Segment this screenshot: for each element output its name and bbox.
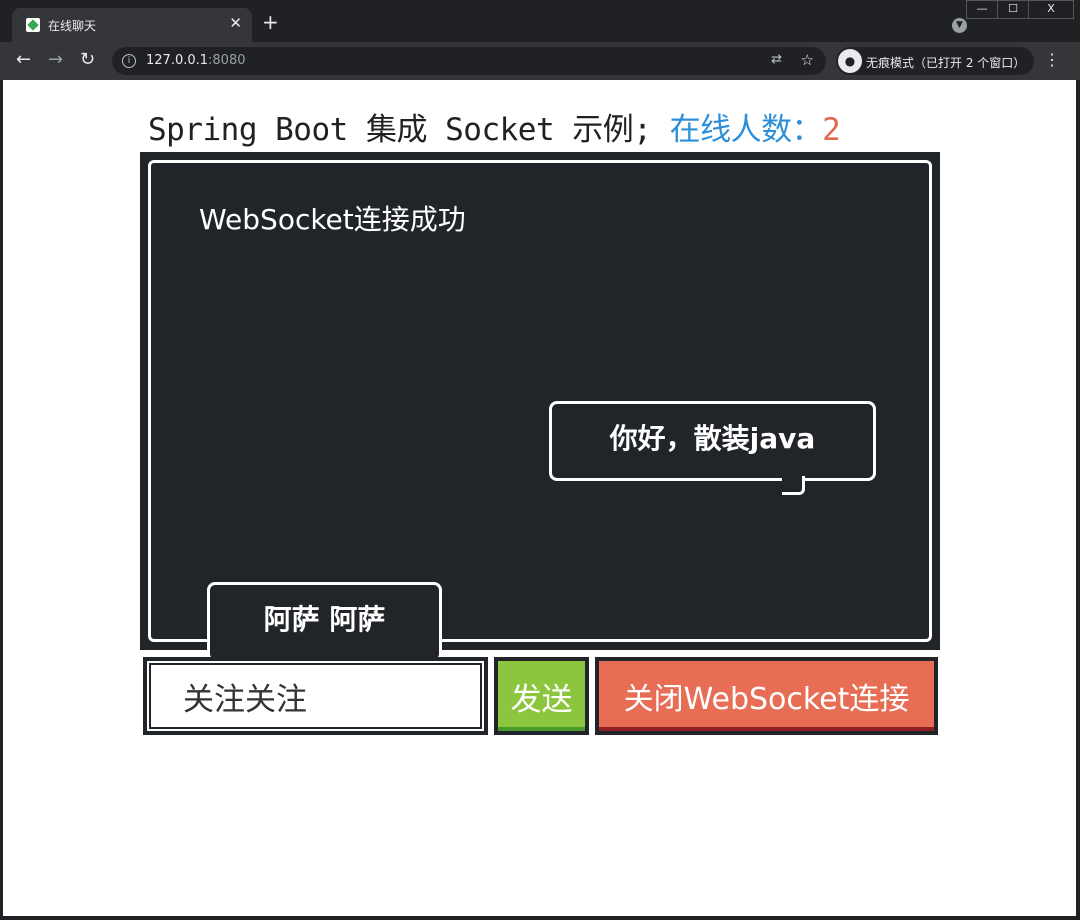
- chat-bubble-text: 你好，散装java: [609, 422, 816, 455]
- translate-icon[interactable]: ⇄: [771, 52, 782, 67]
- message-composer: 发送 关闭WebSocket连接: [143, 657, 938, 735]
- bubble-tail: [782, 476, 805, 495]
- site-info-icon[interactable]: i: [122, 54, 136, 68]
- chat-bubble-right: 你好，散装java: [549, 401, 876, 495]
- new-tab-button[interactable]: +: [262, 12, 279, 32]
- url-port: :8080: [208, 53, 246, 68]
- browser-tab[interactable]: 在线聊天 ✕: [12, 8, 252, 42]
- system-message: WebSocket连接成功: [199, 203, 466, 236]
- window-controls: — ☐ X: [966, 0, 1074, 19]
- incognito-icon: ●: [838, 49, 862, 73]
- page-title: Spring Boot 集成 Socket 示例; 在线人数：2: [148, 104, 841, 149]
- chat-bubble-left: 阿萨 阿萨: [207, 582, 442, 676]
- online-count-label: 在线人数：: [669, 112, 823, 148]
- online-count-value: 2: [822, 112, 841, 148]
- maximize-button[interactable]: ☐: [997, 0, 1029, 19]
- page-title-text: Spring Boot 集成 Socket 示例;: [148, 112, 652, 148]
- bookmark-star-icon[interactable]: ☆: [801, 51, 814, 69]
- browser-menu-icon[interactable]: ⋮: [1044, 50, 1060, 69]
- minimize-button[interactable]: —: [966, 0, 998, 19]
- tab-title: 在线聊天: [48, 19, 97, 33]
- incognito-label: 无痕模式（已打开 2 个窗口）: [866, 56, 1026, 70]
- incognito-indicator[interactable]: ● 无痕模式（已打开 2 个窗口）: [836, 47, 1034, 75]
- page-viewport: Spring Boot 集成 Socket 示例; 在线人数：2 WebSock…: [3, 80, 1076, 916]
- tab-search-icon[interactable]: ▼: [952, 18, 967, 33]
- url-text: 127.0.0.1:8080: [146, 53, 246, 68]
- address-bar[interactable]: i 127.0.0.1:8080 ⇄ ☆: [112, 47, 826, 75]
- browser-toolbar: ← → ↻ i 127.0.0.1:8080 ⇄ ☆ ● 无痕模式（已打开 2 …: [0, 42, 1080, 80]
- reload-icon[interactable]: ↻: [80, 50, 95, 70]
- close-window-button[interactable]: X: [1028, 0, 1074, 19]
- chat-window: WebSocket连接成功 你好，散装java 阿萨 阿萨: [144, 156, 936, 676]
- tab-close-icon[interactable]: ✕: [229, 14, 242, 32]
- tab-strip: 在线聊天 ✕ + ▼ — ☐ X: [0, 0, 1080, 42]
- message-input[interactable]: [143, 657, 488, 735]
- close-websocket-button[interactable]: 关闭WebSocket连接: [595, 657, 938, 735]
- back-arrow-icon[interactable]: ←: [16, 50, 31, 70]
- url-host: 127.0.0.1: [146, 53, 209, 68]
- send-button[interactable]: 发送: [494, 657, 589, 735]
- site-favicon-icon: [26, 18, 40, 32]
- forward-arrow-icon[interactable]: →: [48, 50, 63, 70]
- chat-bubble-text: 阿萨 阿萨: [263, 603, 386, 636]
